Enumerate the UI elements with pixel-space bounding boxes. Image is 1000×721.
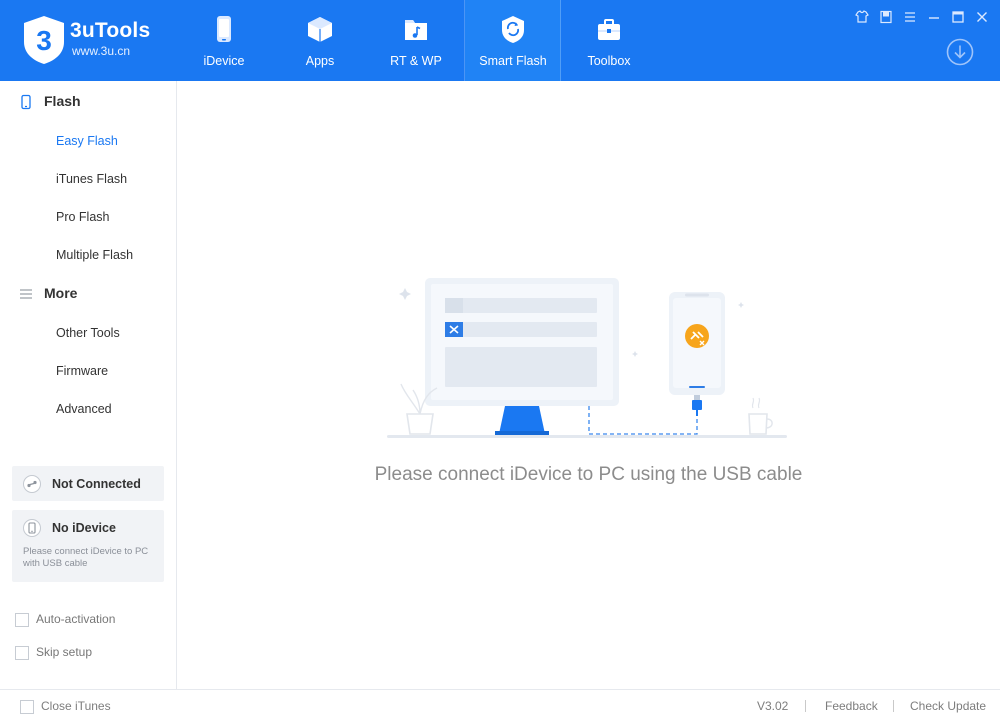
feedback-icon[interactable] [878, 9, 894, 25]
app-name: 3uTools [70, 19, 151, 42]
auto-activation-checkbox[interactable] [15, 613, 29, 627]
sidebar-item-other-tools[interactable]: Other Tools [56, 326, 120, 340]
sidebar-item-easy-flash[interactable]: Easy Flash [56, 134, 118, 148]
phone-outline-icon [21, 94, 31, 110]
skin-icon[interactable] [854, 9, 870, 25]
close-itunes-checkbox[interactable] [20, 700, 34, 714]
sidebar: Flash Easy Flash iTunes Flash Pro Flash … [0, 81, 177, 689]
nav-smart-flash[interactable]: Smart Flash [465, 0, 561, 81]
minimize-icon[interactable] [926, 9, 942, 25]
device-description: Please connect iDevice to PC with USB ca… [23, 546, 149, 569]
maximize-icon[interactable] [950, 9, 966, 25]
close-icon[interactable] [974, 9, 990, 25]
logo-shield-icon: 3 [24, 16, 64, 64]
skip-setup-label: Skip setup [36, 645, 93, 659]
nav-label: Smart Flash [479, 54, 547, 68]
cube-icon [308, 17, 332, 42]
refresh-shield-icon [502, 16, 524, 43]
close-itunes-label: Close iTunes [41, 699, 111, 713]
menu-icon[interactable] [902, 9, 918, 25]
section-flash: Flash [0, 90, 176, 114]
footer-divider [805, 700, 806, 712]
skip-setup-checkbox[interactable] [15, 646, 29, 660]
nav-label: RT & WP [390, 54, 442, 68]
connection-status: Not Connected [52, 477, 141, 491]
nav-label: iDevice [203, 54, 245, 68]
section-title: Flash [44, 93, 81, 109]
connection-status-card: Not Connected [12, 466, 164, 501]
briefcase-icon [598, 19, 620, 40]
nav-toolbox[interactable]: Toolbox [561, 0, 657, 81]
section-title: More [44, 285, 78, 301]
sidebar-item-itunes-flash[interactable]: iTunes Flash [56, 172, 127, 186]
title-bar: 3 3uTools www.3u.cn iDevice Apps RT & WP [0, 0, 1000, 81]
device-title: No iDevice [52, 521, 116, 535]
feedback-link[interactable]: Feedback [825, 699, 878, 713]
phone-icon [217, 16, 231, 42]
sidebar-item-pro-flash[interactable]: Pro Flash [56, 210, 110, 224]
sidebar-item-advanced[interactable]: Advanced [56, 402, 112, 416]
sidebar-item-multiple-flash[interactable]: Multiple Flash [56, 248, 133, 262]
svg-text:3: 3 [36, 25, 52, 56]
app-url: www.3u.cn [72, 44, 131, 58]
auto-activation-label: Auto-activation [36, 612, 116, 626]
version-label: V3.02 [757, 699, 789, 713]
app-logo: 3 3uTools www.3u.cn [20, 14, 190, 70]
nav-idevice[interactable]: iDevice [176, 0, 272, 81]
status-bar: Close iTunes V3.02 Feedback Check Update [0, 689, 1000, 721]
sidebar-item-firmware[interactable]: Firmware [56, 364, 108, 378]
nav-apps[interactable]: Apps [272, 0, 368, 81]
section-more: More [0, 282, 176, 306]
list-icon [20, 289, 32, 299]
plug-icon [23, 475, 41, 493]
nav-rt-wp[interactable]: RT & WP [368, 0, 464, 81]
connect-device-illustration [387, 278, 787, 438]
music-folder-icon [405, 20, 427, 40]
nav-label: Toolbox [587, 54, 631, 68]
device-icon [23, 519, 41, 537]
nav-label: Apps [305, 54, 335, 68]
main-content: Please connect iDevice to PC using the U… [177, 81, 1000, 689]
device-status-card: No iDevice Please connect iDevice to PC … [12, 510, 164, 582]
connect-message: Please connect iDevice to PC using the U… [374, 464, 803, 485]
download-icon[interactable] [945, 37, 975, 67]
check-update-link[interactable]: Check Update [910, 699, 986, 713]
footer-divider [893, 700, 894, 712]
